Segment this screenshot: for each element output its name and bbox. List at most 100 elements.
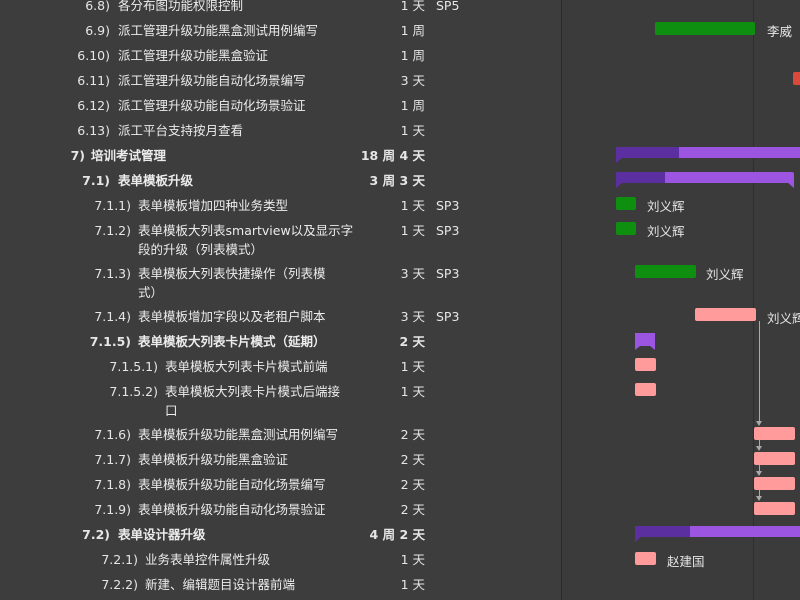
task-duration: 2 天 <box>400 502 425 517</box>
task-title: 派工管理升级功能自动化场景验证 <box>118 98 306 113</box>
gantt-bar[interactable] <box>754 477 795 490</box>
task-title: 新建、编辑题目设计器前端 <box>145 577 296 592</box>
task-duration: 3 周 3 天 <box>369 173 425 188</box>
task-number: 7.1.2) <box>94 223 131 238</box>
gantt-bar[interactable] <box>635 358 656 371</box>
task-outline-pane: 6.8) 各分布图功能权限控制 1 天 SP5 6.9) 派工管理升级功能黑盒测… <box>0 0 562 600</box>
task-duration: 2 天 <box>400 427 425 442</box>
task-number: 6.12) <box>77 98 110 113</box>
task-title: 表单设计器升级 <box>118 527 206 542</box>
task-duration: 1 天 <box>400 384 425 399</box>
resource-label: 李威 <box>767 24 793 39</box>
task-title: 表单模板大列表smartview以及显示字 <box>138 223 354 238</box>
task-title: 表单模板大列表卡片模式（延期） <box>138 334 326 349</box>
task-title-line2: 式） <box>138 285 164 300</box>
task-duration: 2 天 <box>400 477 425 492</box>
task-number: 7.1.5) <box>89 334 131 349</box>
task-number: 7.1.9) <box>94 502 131 517</box>
dependency-arrow <box>756 471 762 476</box>
task-duration: 2 天 <box>399 334 425 349</box>
resource-label: 刘义辉 <box>767 311 800 326</box>
task-title: 表单模板升级功能黑盒测试用例编写 <box>138 427 339 442</box>
task-duration: 1 天 <box>400 0 425 13</box>
gantt-bar[interactable] <box>793 72 800 85</box>
summary-bar[interactable] <box>635 333 655 350</box>
task-number: 7.1.5.2) <box>109 384 158 399</box>
gantt-chart-pane: 李威 刘义辉 刘义辉 刘义辉 刘义辉 赵建国 <box>562 0 800 600</box>
task-title: 派工管理升级功能黑盒测试用例编写 <box>118 23 319 38</box>
task-number: 7.1.8) <box>94 477 131 492</box>
gantt-bar[interactable] <box>616 222 636 235</box>
task-sprint: SP5 <box>436 0 460 13</box>
summary-bar[interactable] <box>616 147 800 163</box>
task-number: 7.2) <box>82 527 110 542</box>
resource-label: 刘义辉 <box>647 224 685 239</box>
task-number: 6.13) <box>77 123 110 138</box>
task-number: 7.1.4) <box>94 309 131 324</box>
task-title: 各分布图功能权限控制 <box>118 0 244 13</box>
task-number: 7.2.2) <box>101 577 138 592</box>
task-number: 6.9) <box>85 23 110 38</box>
task-number: 7.1) <box>82 173 110 188</box>
task-duration: 1 天 <box>400 223 425 238</box>
summary-bar[interactable] <box>616 172 794 188</box>
gantt-bar[interactable] <box>616 197 636 210</box>
task-number: 7.1.6) <box>94 427 131 442</box>
task-number: 7.2.1) <box>101 552 138 567</box>
task-title: 业务表单控件属性升级 <box>145 552 271 567</box>
task-duration: 1 天 <box>400 359 425 374</box>
task-number: 7) <box>70 148 85 163</box>
task-number: 6.11) <box>77 73 110 88</box>
task-number: 7.1.5.1) <box>109 359 158 374</box>
task-number: 7.1.7) <box>94 452 131 467</box>
task-duration: 3 天 <box>400 309 425 324</box>
task-duration: 18 周 4 天 <box>360 148 425 163</box>
gantt-bar[interactable] <box>754 452 795 465</box>
task-title: 表单模板升级 <box>118 173 194 188</box>
summary-bar[interactable] <box>635 526 800 542</box>
task-number: 6.10) <box>77 48 110 63</box>
dependency-arrow <box>756 421 762 426</box>
gantt-bar[interactable] <box>754 427 795 440</box>
gantt-bar[interactable] <box>655 22 755 35</box>
task-duration: 1 天 <box>400 198 425 213</box>
task-duration: 4 周 2 天 <box>369 527 425 542</box>
gantt-bar[interactable] <box>635 552 656 565</box>
dependency-line <box>759 321 760 422</box>
task-title: 表单模板增加四种业务类型 <box>138 198 289 213</box>
task-title: 派工平台支持按月查看 <box>118 123 244 138</box>
task-duration: 1 天 <box>400 552 425 567</box>
task-duration: 1 周 <box>400 98 425 113</box>
task-title: 表单模板升级功能黑盒验证 <box>138 452 289 467</box>
task-sprint: SP3 <box>436 266 460 281</box>
task-title: 培训考试管理 <box>91 148 167 163</box>
task-number: 7.1.1) <box>94 198 131 213</box>
resource-label: 刘义辉 <box>706 267 744 282</box>
task-duration: 1 周 <box>400 23 425 38</box>
dependency-arrow <box>756 446 762 451</box>
task-number: 6.8) <box>85 0 110 13</box>
task-title: 表单模板升级功能自动化场景验证 <box>138 502 326 517</box>
task-duration: 2 天 <box>400 452 425 467</box>
task-title: 表单模板升级功能自动化场景编写 <box>138 477 326 492</box>
task-title: 派工管理升级功能自动化场景编写 <box>118 73 306 88</box>
task-number: 7.1.3) <box>94 266 131 281</box>
resource-label: 赵建国 <box>667 554 705 569</box>
gantt-bar[interactable] <box>635 265 696 278</box>
task-sprint: SP3 <box>436 198 460 213</box>
gantt-bar[interactable] <box>695 308 756 321</box>
task-duration: 3 天 <box>400 73 425 88</box>
task-title: 表单模板大列表快捷操作（列表模 <box>138 266 326 281</box>
task-title-line2: 段的升级（列表模式） <box>138 242 264 257</box>
resource-label: 刘义辉 <box>647 199 685 214</box>
dependency-arrow <box>756 496 762 501</box>
task-title-line2: 口 <box>165 403 178 418</box>
task-title: 派工管理升级功能黑盒验证 <box>118 48 269 63</box>
task-title: 表单模板大列表卡片模式前端 <box>165 359 328 374</box>
task-title: 表单模板增加字段以及老租户脚本 <box>138 309 326 324</box>
gantt-bar[interactable] <box>754 502 795 515</box>
gantt-bar[interactable] <box>635 383 656 396</box>
task-duration: 3 天 <box>400 266 425 281</box>
task-sprint: SP3 <box>436 309 460 324</box>
task-duration: 1 天 <box>400 577 425 592</box>
